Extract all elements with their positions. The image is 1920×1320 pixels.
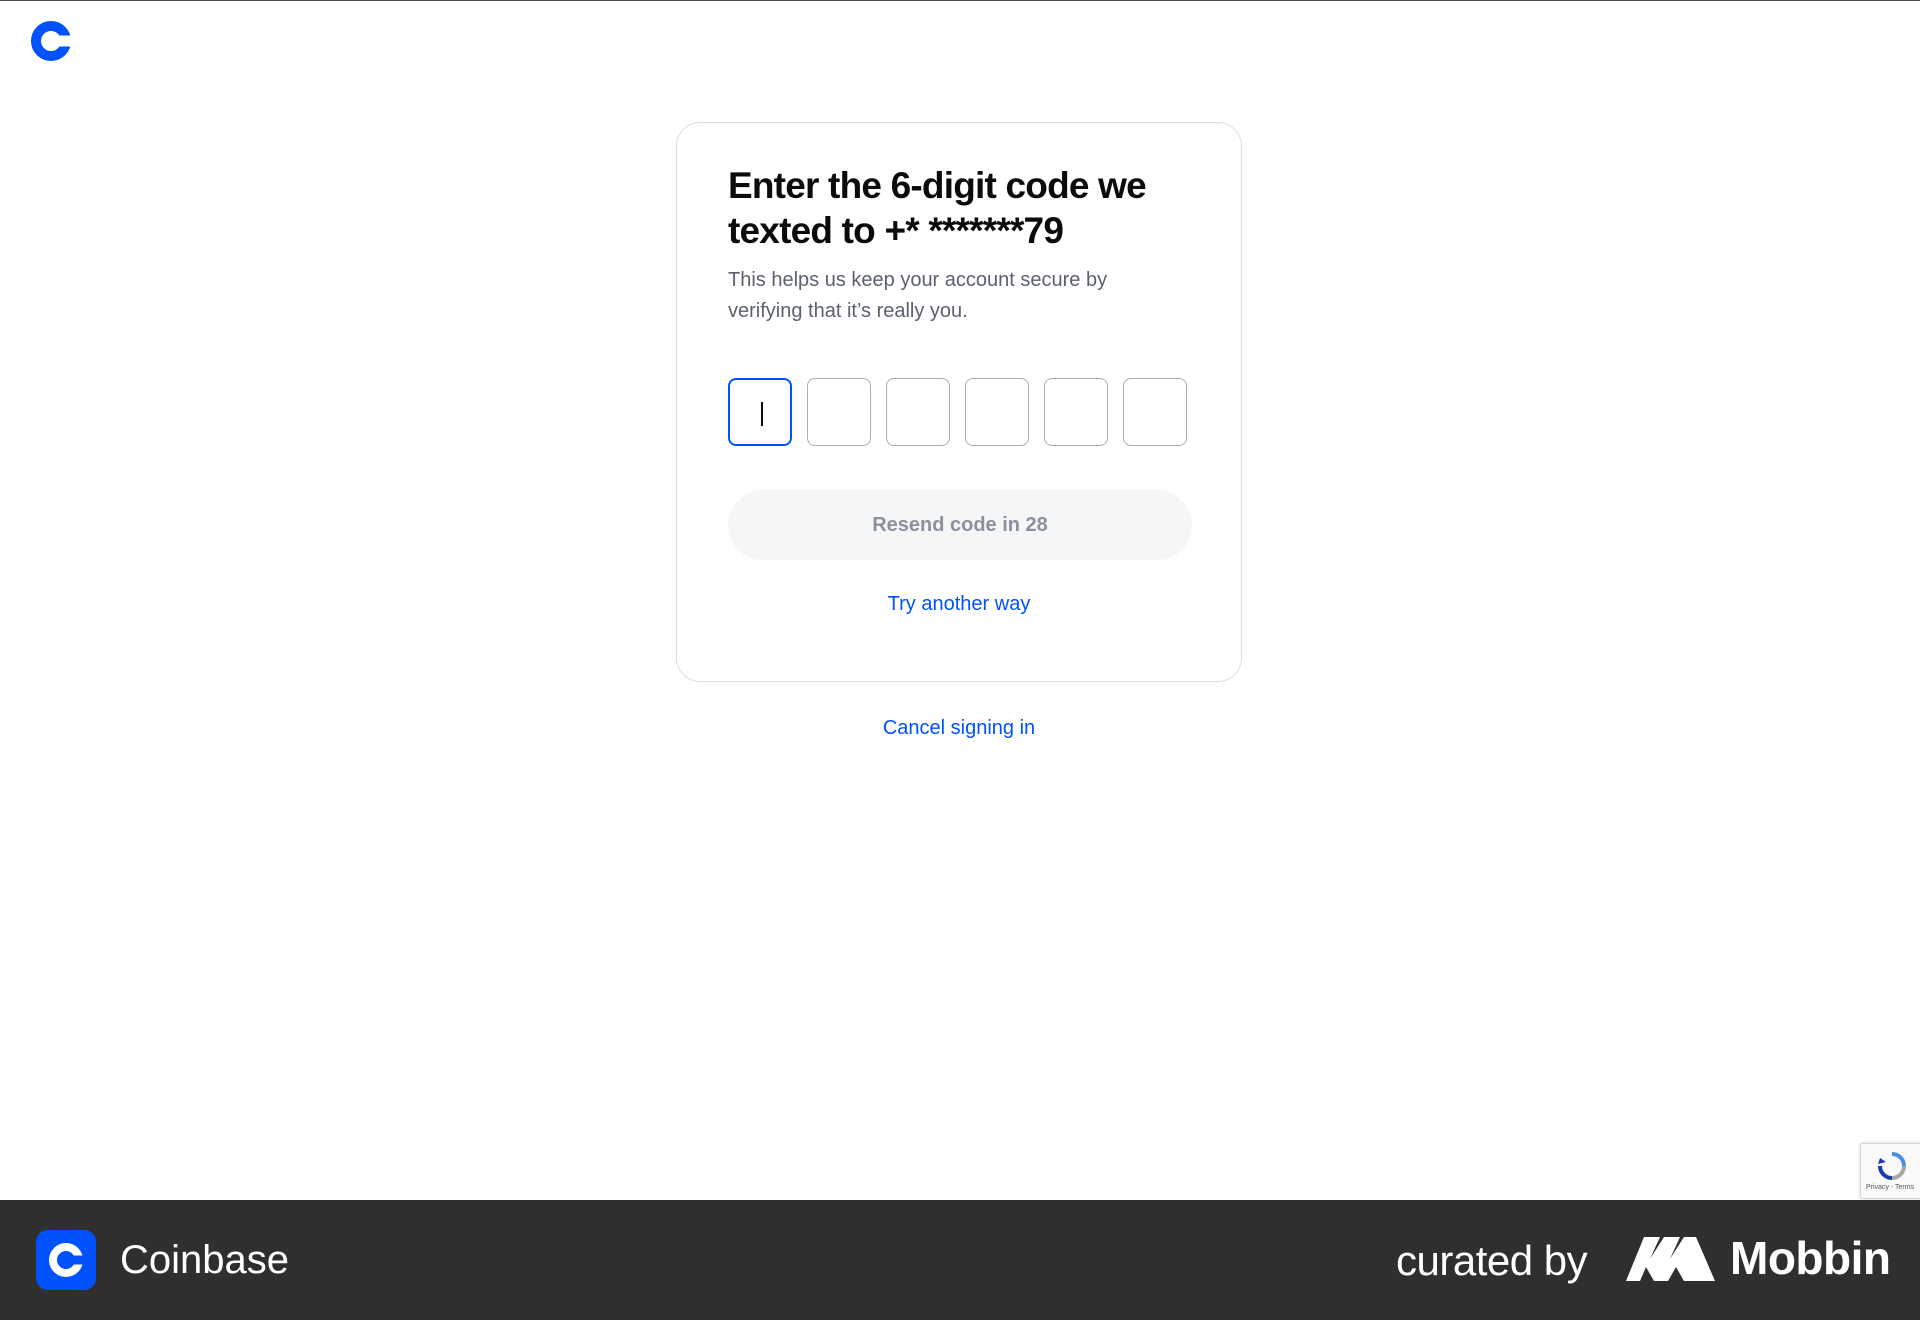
text-caret [761,402,763,426]
curated-by-text: curated by [1396,1237,1588,1284]
code-digit-5-input[interactable] [1044,378,1108,446]
coinbase-app-icon [36,1230,96,1290]
code-digit-1-input[interactable] [728,378,792,446]
page-description: This helps us keep your account secure b… [728,269,1108,322]
verification-card: Enter the 6-digit code we texted to +* *… [676,122,1242,682]
coinbase-logo-icon[interactable] [29,19,73,63]
code-digit-3-input[interactable] [886,378,950,446]
footer-brand-name: Coinbase [120,1238,290,1282]
code-digit-6-input[interactable] [1123,378,1187,446]
code-input-group [728,378,1194,448]
recaptcha-badge[interactable]: Privacy - Terms [1860,1143,1920,1199]
footer-bar: Coinbase curated by Mobbin [0,1200,1920,1320]
page-title: Enter the 6-digit code we texted to +* *… [728,165,1147,251]
try-another-way-link[interactable]: Try another way [677,593,1241,616]
mobbin-logo-icon [1626,1237,1715,1281]
code-digit-2-input[interactable] [807,378,871,446]
top-border [0,0,1920,1]
resend-code-button[interactable]: Resend code in 28 [728,490,1192,560]
mobbin-wordmark: Mobbin [1730,1232,1891,1284]
recaptcha-icon [1878,1152,1906,1180]
code-digit-4-input[interactable] [965,378,1029,446]
cancel-signing-in-link[interactable]: Cancel signing in [676,717,1242,740]
recaptcha-links: Privacy - Terms [1866,1184,1915,1191]
